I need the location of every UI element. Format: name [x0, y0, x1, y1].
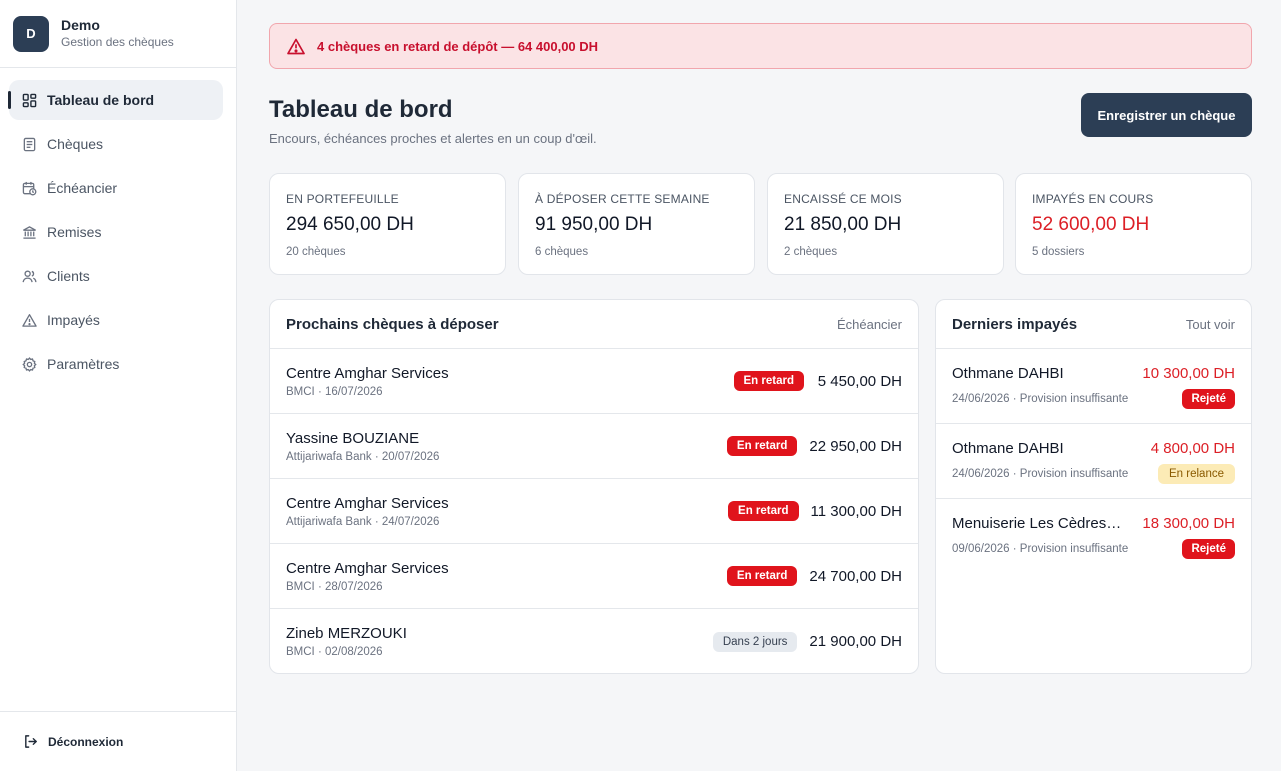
kpi-sub: 2 chèques — [784, 246, 838, 258]
overdue-alert: 4 chèques en retard de dépôt — 64 400,00… — [269, 23, 1252, 69]
kpi-label: À DÉPOSER CETTE SEMAINE — [535, 192, 710, 206]
client-name: Othmane DAHBI — [952, 365, 1064, 382]
document-icon — [21, 136, 37, 152]
table-row[interactable]: Centre Amghar Services BMCI · 16/07/2026 … — [270, 349, 918, 414]
card-title: Derniers impayés — [952, 315, 1078, 333]
cheque-meta: BMCI · 16/07/2026 — [286, 385, 383, 398]
client-name: Menuiserie Les Cèdres… — [952, 515, 1122, 532]
unpaid-amount: 4 800,00 DH — [1150, 440, 1235, 457]
sidebar-item-echeancier[interactable]: Échéancier — [9, 168, 223, 208]
unpaid-meta: 09/06/2026 · Provision insuffisante — [952, 543, 1129, 555]
logout-button[interactable]: Déconnexion — [0, 711, 236, 771]
kpi-card-unpaid: IMPAYÉS EN COURS 52 600,00 DH 5 dossiers — [1015, 173, 1252, 275]
brand: D Demo Gestion des chèques — [0, 0, 236, 68]
bank-icon — [21, 224, 37, 240]
kpi-value: 91 950,00 DH — [535, 214, 653, 235]
calendar-icon — [21, 180, 37, 196]
sidebar-item-label: Tableau de bord — [47, 92, 155, 108]
card-title: Prochains chèques à déposer — [286, 315, 499, 333]
kpi-label: EN PORTEFEUILLE — [286, 192, 399, 206]
sidebar-item-dashboard[interactable]: Tableau de bord — [8, 80, 223, 120]
brand-subtitle: Gestion des chèques — [61, 35, 174, 49]
see-all-link[interactable]: Tout voir — [1186, 317, 1235, 332]
sidebar-item-label: Chèques — [47, 136, 104, 152]
warning-icon — [287, 38, 305, 55]
kpi-sub: 20 chèques — [286, 246, 346, 258]
sidebar-item-cheques[interactable]: Chèques — [9, 124, 223, 164]
alert-text: 4 chèques en retard de dépôt — 64 400,00… — [317, 38, 599, 54]
unpaid-meta: 24/06/2026 · Provision insuffisante — [952, 468, 1129, 480]
cheque-amount: 22 950,00 DH — [809, 437, 902, 455]
brand-name: Demo — [61, 17, 100, 33]
page-title: Tableau de bord — [269, 96, 453, 123]
table-row[interactable]: Centre Amghar Services Attijariwafa Bank … — [270, 479, 918, 544]
dashboard-icon — [21, 92, 37, 108]
status-badge: En retard — [726, 436, 798, 456]
status-badge: Dans 2 jours — [712, 631, 798, 652]
kpi-label: IMPAYÉS EN COURS — [1032, 192, 1154, 206]
table-row[interactable]: Zineb MERZOUKI BMCI · 02/08/2026 Dans 2 j… — [270, 609, 918, 673]
page-subtitle: Encours, échéances proches et alertes en… — [269, 131, 597, 146]
warning-icon — [21, 312, 37, 328]
client-name: Centre Amghar Services — [286, 559, 449, 577]
status-badge: Rejeté — [1182, 539, 1235, 559]
table-row[interactable]: Yassine BOUZIANE Attijariwafa Bank · 20/0… — [270, 414, 918, 479]
users-icon — [21, 268, 37, 284]
client-name: Centre Amghar Services — [286, 364, 449, 382]
kpi-value: 52 600,00 DH — [1032, 214, 1150, 235]
list-item[interactable]: Othmane DAHBI 4 800,00 DH 24/06/2026 · Pr… — [936, 424, 1251, 499]
cheque-amount: 21 900,00 DH — [809, 633, 902, 650]
kpi-card-portfolio: EN PORTEFEUILLE 294 650,00 DH 20 chèques — [269, 173, 506, 275]
cheque-meta: BMCI · 28/07/2026 — [286, 580, 383, 593]
upcoming-cheques-card: Prochains chèques à déposer Échéancier C… — [269, 299, 919, 674]
status-badge: En relance — [1158, 464, 1235, 484]
kpi-value: 21 850,00 DH — [784, 214, 902, 235]
status-badge: En retard — [726, 566, 798, 586]
client-name: Othmane DAHBI — [952, 440, 1064, 457]
cheque-meta: BMCI · 02/08/2026 — [286, 646, 383, 658]
kpi-sub: 6 chèques — [535, 246, 589, 258]
list-item[interactable]: Menuiserie Les Cèdres… 18 300,00 DH 09/06… — [936, 499, 1251, 574]
cheque-meta: Attijariwafa Bank · 20/07/2026 — [286, 450, 440, 463]
logout-icon — [22, 734, 38, 750]
status-badge: En retard — [728, 501, 799, 521]
sidebar-item-label: Échéancier — [47, 180, 118, 196]
sidebar: D Demo Gestion des chèques Tableau de bo… — [0, 0, 237, 771]
kpi-card-to-deposit: À DÉPOSER CETTE SEMAINE 91 950,00 DH 6 c… — [518, 173, 755, 275]
sidebar-item-label: Paramètres — [47, 356, 120, 372]
register-cheque-button[interactable]: Enregistrer un chèque — [1081, 93, 1252, 137]
client-name: Yassine BOUZIANE — [286, 429, 420, 447]
sidebar-item-clients[interactable]: Clients — [9, 256, 223, 296]
sidebar-item-parametres[interactable]: Paramètres — [9, 344, 223, 384]
gear-icon — [21, 356, 37, 372]
unpaid-meta: 24/06/2026 · Provision insuffisante — [952, 393, 1129, 405]
kpi-value: 294 650,00 DH — [286, 214, 414, 235]
list-item[interactable]: Othmane DAHBI 10 300,00 DH 24/06/2026 · P… — [936, 349, 1251, 424]
kpi-sub: 5 dossiers — [1032, 246, 1085, 258]
avatar: D — [13, 15, 49, 52]
cheque-amount: 11 300,00 DH — [810, 502, 902, 520]
sidebar-nav: Tableau de bord Chèques Échéancier Remis… — [0, 68, 236, 384]
table-row[interactable]: Centre Amghar Services BMCI · 28/07/2026 … — [270, 544, 918, 609]
sidebar-item-label: Clients — [47, 268, 90, 284]
logout-label: Déconnexion — [48, 734, 124, 749]
kpi-label: ENCAISSÉ CE MOIS — [784, 192, 902, 206]
sidebar-item-impayes[interactable]: Impayés — [9, 300, 223, 340]
sidebar-item-label: Remises — [47, 224, 102, 240]
status-badge: En retard — [733, 371, 804, 391]
cheque-amount: 5 450,00 DH — [817, 372, 902, 390]
unpaid-amount: 10 300,00 DH — [1142, 365, 1235, 382]
cheque-meta: Attijariwafa Bank · 24/07/2026 — [286, 515, 440, 528]
kpi-card-cashed: ENCAISSÉ CE MOIS 21 850,00 DH 2 chèques — [767, 173, 1004, 275]
sidebar-item-remises[interactable]: Remises — [9, 212, 223, 252]
sidebar-item-label: Impayés — [47, 312, 100, 328]
cheque-amount: 24 700,00 DH — [809, 567, 902, 585]
status-badge: Rejeté — [1182, 389, 1235, 409]
echeancier-link[interactable]: Échéancier — [837, 317, 902, 332]
unpaid-amount: 18 300,00 DH — [1142, 515, 1235, 532]
client-name: Zineb MERZOUKI — [286, 625, 407, 642]
client-name: Centre Amghar Services — [286, 494, 449, 512]
recent-unpaid-card: Derniers impayés Tout voir Othmane DAHBI… — [935, 299, 1252, 674]
